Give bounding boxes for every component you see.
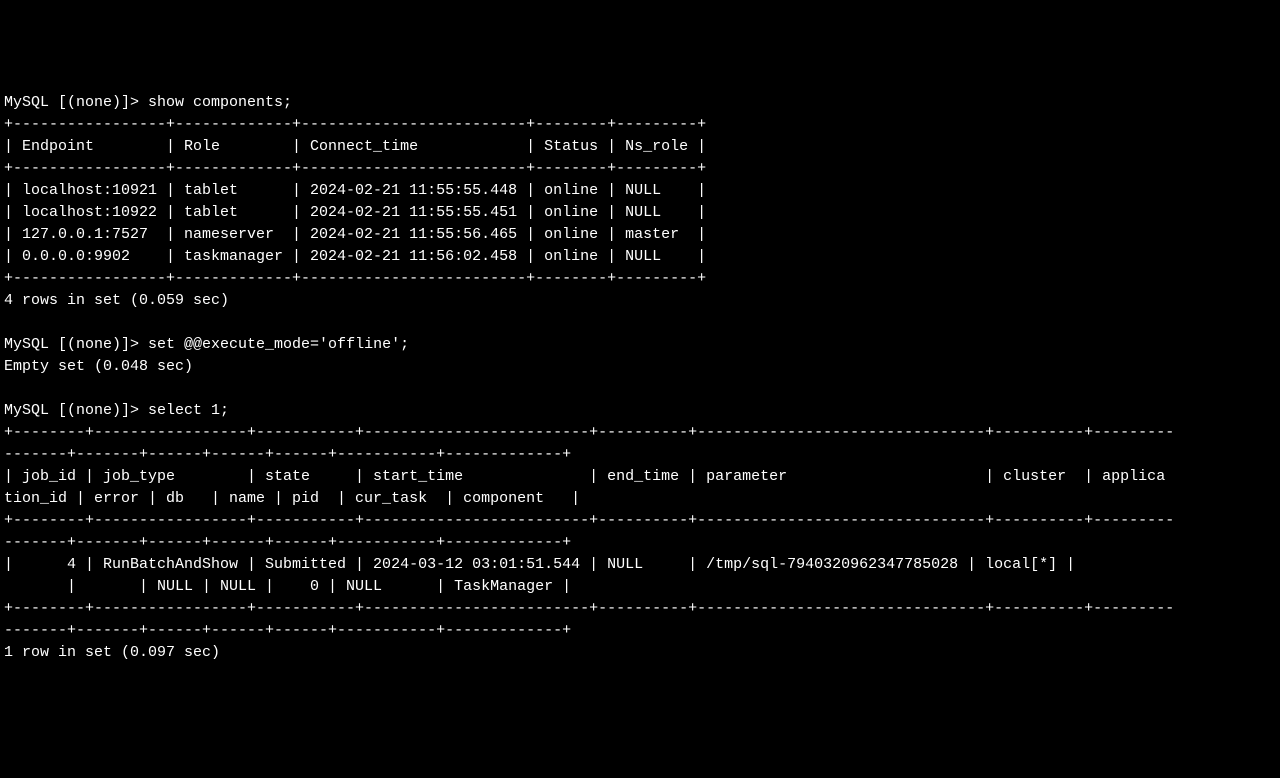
query-3-command: select 1;: [148, 402, 229, 419]
q1-row-4: | 0.0.0.0:9902 | taskmanager | 2024-02-2…: [4, 248, 706, 265]
q3-top-separator-l2: -------+-------+------+------+------+---…: [4, 446, 571, 463]
q1-row-2: | localhost:10922 | tablet | 2024-02-21 …: [4, 204, 706, 221]
prompt-prefix: MySQL [(none)]>: [4, 402, 148, 419]
q3-header-l2: tion_id | error | db | name | pid | cur_…: [4, 490, 580, 507]
q2-summary: Empty set (0.048 sec): [4, 358, 193, 375]
query-1-command: show components;: [148, 94, 292, 111]
terminal-output: MySQL [(none)]> show components; +------…: [4, 70, 1276, 664]
prompt-prefix: MySQL [(none)]>: [4, 336, 148, 353]
q1-row-1: | localhost:10921 | tablet | 2024-02-21 …: [4, 182, 706, 199]
q1-summary: 4 rows in set (0.059 sec): [4, 292, 229, 309]
q1-row-3: | 127.0.0.1:7527 | nameserver | 2024-02-…: [4, 226, 706, 243]
q3-header-l1: | job_id | job_type | state | start_time…: [4, 468, 1165, 485]
prompt-prefix: MySQL [(none)]>: [4, 94, 148, 111]
q3-bottom-separator-l2: -------+-------+------+------+------+---…: [4, 622, 571, 639]
q3-row-l2: | | NULL | NULL | 0 | NULL | TaskManager…: [4, 578, 571, 595]
q3-summary: 1 row in set (0.097 sec): [4, 644, 220, 661]
prompt-line-1: MySQL [(none)]> show components;: [4, 94, 292, 111]
q1-top-separator: +-----------------+-------------+-------…: [4, 116, 706, 133]
query-2-command: set @@execute_mode='offline';: [148, 336, 409, 353]
prompt-line-3: MySQL [(none)]> select 1;: [4, 402, 229, 419]
q3-bottom-separator-l1: +--------+-----------------+-----------+…: [4, 600, 1174, 617]
q3-row-l1: | 4 | RunBatchAndShow | Submitted | 2024…: [4, 556, 1147, 573]
prompt-line-2: MySQL [(none)]> set @@execute_mode='offl…: [4, 336, 409, 353]
q3-top-separator-l1: +--------+-----------------+-----------+…: [4, 424, 1174, 441]
q3-mid-separator-l1: +--------+-----------------+-----------+…: [4, 512, 1174, 529]
q1-header: | Endpoint | Role | Connect_time | Statu…: [4, 138, 706, 155]
q1-bottom-separator: +-----------------+-------------+-------…: [4, 270, 706, 287]
q1-mid-separator: +-----------------+-------------+-------…: [4, 160, 706, 177]
q3-mid-separator-l2: -------+-------+------+------+------+---…: [4, 534, 571, 551]
